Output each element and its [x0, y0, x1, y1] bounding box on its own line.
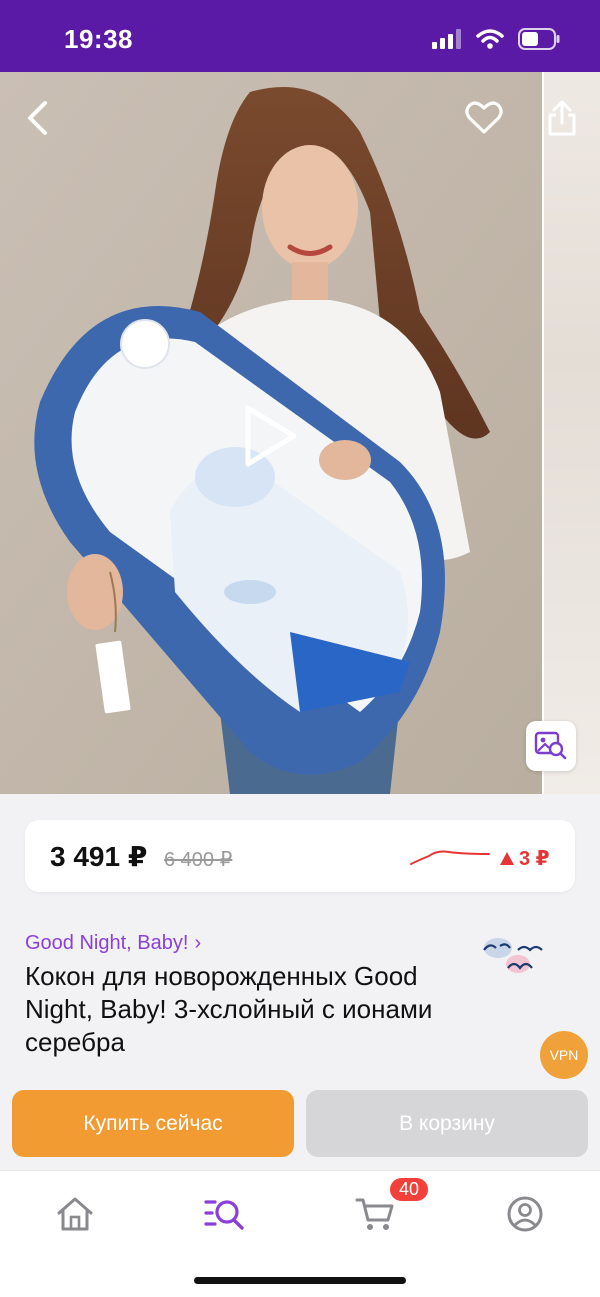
add-to-cart-button[interactable]: В корзину	[306, 1090, 588, 1157]
product-title: Кокон для новорожденных Good Night, Baby…	[25, 961, 433, 1057]
chevron-left-icon	[28, 101, 47, 135]
favorite-button[interactable]	[462, 96, 506, 140]
back-button[interactable]	[16, 96, 60, 140]
current-price: 3 491 ₽	[50, 841, 148, 872]
profile-icon	[507, 1196, 543, 1232]
visual-search-button[interactable]	[526, 721, 576, 771]
cart-count-badge: 40	[388, 1176, 430, 1203]
status-icons	[432, 28, 560, 50]
price-card[interactable]: 3 491 ₽ 6 400 ₽ 3 ₽	[25, 820, 575, 892]
heart-icon	[465, 101, 503, 134]
next-photo-preview[interactable]	[542, 72, 600, 794]
share-icon	[548, 100, 576, 136]
status-time: 19:38	[64, 24, 133, 54]
battery-icon	[518, 28, 560, 50]
arrow-up-icon	[500, 852, 514, 865]
cart-icon	[355, 1198, 394, 1230]
home-icon	[57, 1197, 93, 1231]
tab-catalog[interactable]	[200, 1189, 250, 1239]
brand-link[interactable]: Good Night, Baby! ›	[25, 932, 201, 955]
play-icon[interactable]	[232, 400, 304, 472]
tab-home[interactable]	[50, 1189, 100, 1239]
catalog-search-icon	[204, 1200, 244, 1230]
price-change-value: 3 ₽	[519, 848, 550, 870]
share-button[interactable]	[540, 96, 584, 140]
home-indicator	[194, 1277, 406, 1284]
wifi-icon	[476, 29, 504, 49]
vpn-badge[interactable]: VPN	[540, 1031, 588, 1079]
brand-logo[interactable]	[478, 930, 558, 980]
tab-profile[interactable]	[500, 1189, 550, 1239]
price-trend-sparkline	[410, 850, 490, 865]
old-price: 6 400 ₽	[164, 849, 233, 871]
image-search-icon	[534, 731, 567, 760]
brand-name: Good Night, Baby!	[25, 932, 189, 954]
signal-icon	[432, 29, 461, 49]
buy-now-button[interactable]: Купить сейчас	[12, 1090, 294, 1157]
price-change: 3 ₽	[500, 846, 550, 871]
status-bar: 19:38	[0, 0, 600, 72]
brand-chevron: ›	[194, 932, 202, 954]
